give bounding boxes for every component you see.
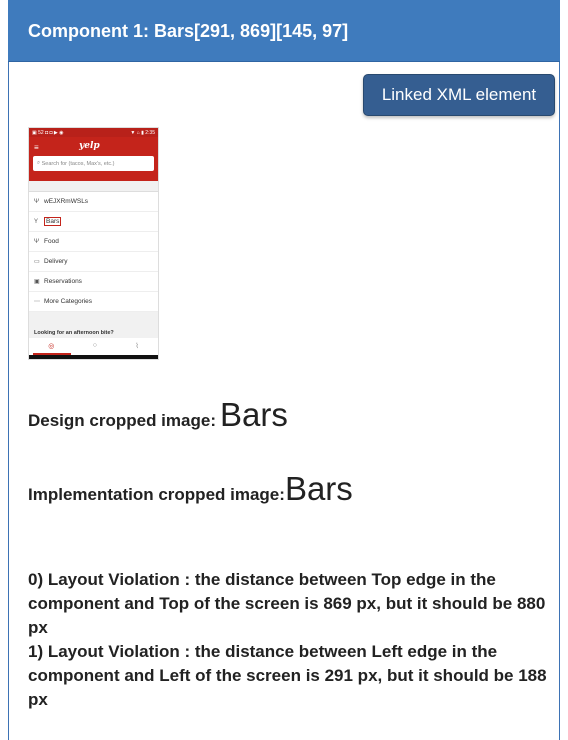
violation-item: 0) Layout Violation : the distance betwe… <box>28 570 546 637</box>
phone-spacer <box>29 181 158 192</box>
phone-tab-bar: ◎ ○ ⌇ <box>29 338 158 355</box>
dots-icon: ⋯ <box>34 299 40 305</box>
list-item: Ψ wEJXRmWSLs <box>29 192 158 212</box>
calendar-icon: ▣ <box>34 279 40 285</box>
phone-app-bar: ≡ yelp ⌕ Search for (tacos, Max's, etc.) <box>29 137 158 181</box>
design-crop-row: Design cropped image: Bars <box>28 396 288 434</box>
violations-list: 0) Layout Violation : the distance betwe… <box>28 568 548 712</box>
hamburger-menu-icon: ≡ <box>34 143 39 152</box>
search-icon: ○ <box>92 342 97 349</box>
list-item-label: Reservations <box>44 278 82 285</box>
design-label: Design cropped image: <box>28 411 216 430</box>
implementation-crop-row: Implementation cropped image: Bars <box>28 470 353 508</box>
home-icon: ○ <box>92 359 97 360</box>
linked-xml-element-button[interactable]: Linked XML element <box>363 74 555 116</box>
phone-screenshot: ▣ 52 ◘ ◘ ▶ ◉ ▼ ⌂ ▮ 2:35 ≡ yelp ⌕ Search … <box>28 127 159 360</box>
cocktail-icon: Y <box>34 218 39 225</box>
component-title: Component 1: Bars[291, 869][145, 97] <box>28 21 349 41</box>
phone-nav-bar: ◁ ○ □ <box>29 355 158 360</box>
list-item: Ψ Food <box>29 232 158 252</box>
compass-icon: ◎ <box>48 342 55 350</box>
list-item-label: Delivery <box>44 258 68 265</box>
implementation-label: Implementation cropped image: <box>28 485 285 504</box>
active-tab-indicator <box>33 353 71 355</box>
status-icons-left: ▣ 52 ◘ ◘ ▶ ◉ <box>32 129 64 136</box>
recents-icon: □ <box>134 359 139 360</box>
list-item: ▣ Reservations <box>29 272 158 292</box>
activity-icon: ⌇ <box>135 342 139 350</box>
phone-status-bar: ▣ 52 ◘ ◘ ▶ ◉ ▼ ⌂ ▮ 2:35 <box>29 128 158 137</box>
search-placeholder: Search for (tacos, Max's, etc.) <box>41 160 115 167</box>
list-item-label: Food <box>44 238 59 245</box>
violation-item: 1) Layout Violation : the distance betwe… <box>28 642 547 709</box>
fork-knife-icon: Ψ <box>34 198 40 205</box>
list-item-label: More Categories <box>44 298 93 305</box>
list-item-label-highlighted: Bars <box>44 217 62 226</box>
list-item: ▭ Delivery <box>29 252 158 272</box>
panel-header: Component 1: Bars[291, 869][145, 97] <box>8 0 560 62</box>
implementation-crop-image: Bars <box>284 470 353 507</box>
list-item-label: wEJXRmWSLs <box>44 198 89 205</box>
back-icon: ◁ <box>48 359 54 360</box>
section-title-text: Looking for an afternoon bite? <box>34 330 114 336</box>
list-item: ⋯ More Categories <box>29 292 158 312</box>
phone-section-title: Looking for an afternoon bite? <box>29 312 158 338</box>
design-crop-image: Bars <box>219 396 288 433</box>
truck-icon: ▭ <box>34 259 40 265</box>
status-icons-right: ▼ ⌂ ▮ 2:35 <box>130 129 155 136</box>
phone-search-bar: ⌕ Search for (tacos, Max's, etc.) <box>33 156 154 171</box>
yelp-logo: yelp <box>79 141 100 151</box>
list-item: Y Bars <box>29 212 158 232</box>
fork-knife-icon: Ψ <box>34 238 40 245</box>
